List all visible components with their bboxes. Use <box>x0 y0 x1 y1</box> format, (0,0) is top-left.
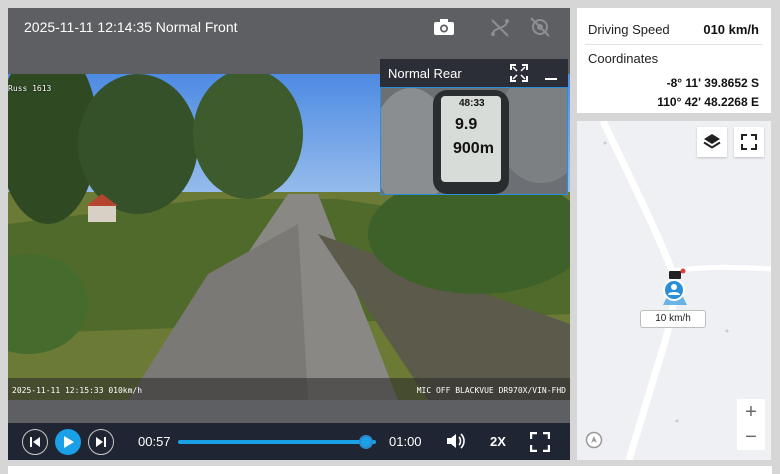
vehicle-marker-icon[interactable] <box>655 267 695 309</box>
map-speed-badge: 10 km/h <box>640 310 706 328</box>
zoom-in-button[interactable]: + <box>737 399 765 425</box>
total-time: 01:00 <box>389 434 422 449</box>
osd-top-label: Russ 1613 <box>8 84 52 93</box>
video-panel: 2025-11-11 12:14:35 Normal Front Russ 16… <box>8 8 570 460</box>
fullscreen-icon[interactable] <box>529 431 551 457</box>
dashcam-viewer: 2025-11-11 12:14:35 Normal Front Russ 16… <box>0 0 780 474</box>
layers-icon[interactable] <box>697 127 727 157</box>
fullscreen-icon[interactable] <box>510 64 528 87</box>
gauge-speed: 9.9 <box>455 116 478 133</box>
playback-speed-button[interactable]: 2X <box>490 434 506 449</box>
playback-controls: 00:57 01:00 2X <box>8 423 570 460</box>
info-divider <box>585 44 763 45</box>
play-button[interactable] <box>55 429 81 455</box>
route-icon[interactable] <box>488 16 512 38</box>
video-title: 2025-11-11 12:14:35 Normal Front <box>24 19 238 35</box>
gauge-time: 48:33 <box>459 98 485 109</box>
longitude-value: 110° 42' 48.2268 E <box>657 95 759 109</box>
osd-timestamp: 2025-11-11 12:15:33 010km/h <box>12 386 143 395</box>
progress-track[interactable] <box>178 440 376 444</box>
pip-title: Normal Rear <box>388 66 462 81</box>
info-card: Driving Speed 010 km/h Coordinates -8° 1… <box>577 8 771 113</box>
pip-header: Normal Rear <box>380 59 568 87</box>
minimize-icon[interactable] <box>544 65 558 86</box>
camera-icon[interactable] <box>432 16 456 38</box>
map-panel[interactable]: 10 km/h + − <box>577 121 771 460</box>
osd-device-info: MIC OFF BLACKVUE DR970X/VIN-FHD <box>416 386 566 395</box>
progress-thumb[interactable] <box>359 435 374 449</box>
video-header: 2025-11-11 12:14:35 Normal Front <box>8 8 570 46</box>
current-time: 00:57 <box>138 434 171 449</box>
map-fullscreen-icon[interactable] <box>734 127 764 157</box>
driving-speed-label: Driving Speed <box>588 22 670 37</box>
bottom-strip <box>8 466 772 474</box>
previous-button[interactable] <box>22 429 48 455</box>
driving-speed-value: 010 km/h <box>703 22 759 37</box>
latitude-value: -8° 11' 39.8652 S <box>666 76 759 90</box>
pip-video: 48:33 9.9 900m <box>380 87 568 195</box>
map-logo-icon <box>585 431 603 454</box>
next-button[interactable] <box>88 429 114 455</box>
volume-icon[interactable] <box>446 432 466 455</box>
rear-camera-pip[interactable]: Normal Rear 48:33 9.9 900m <box>380 59 568 195</box>
coordinates-label: Coordinates <box>588 51 659 66</box>
gauge-distance: 900m <box>453 140 494 157</box>
zoom-out-button[interactable]: − <box>737 424 765 450</box>
osd-bottom-bar: 2025-11-11 12:15:33 010km/h MIC OFF BLAC… <box>8 378 570 400</box>
settings-icon[interactable] <box>528 16 552 38</box>
